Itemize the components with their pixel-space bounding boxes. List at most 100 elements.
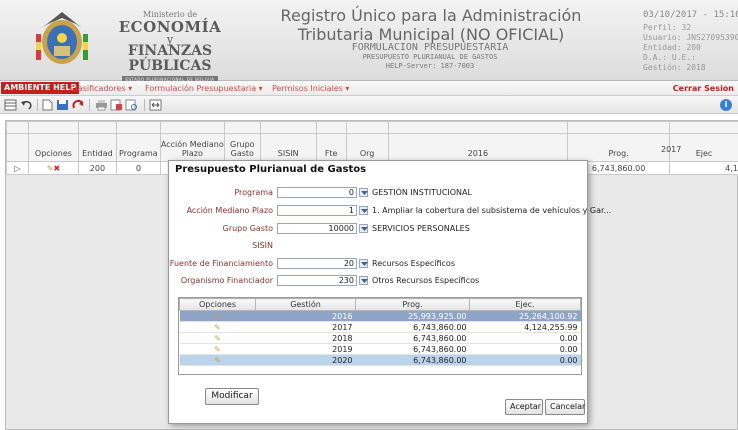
usuario: Usuario: JNS270953900	[643, 33, 738, 42]
col-fte[interactable]: Fte	[315, 133, 347, 162]
toolbar-separator	[37, 99, 38, 111]
accion-label: Acción Mediano Plazo	[186, 206, 273, 215]
menu-bar: AMBIENTE HELP Clasificadores ▾ Formulaci…	[0, 81, 738, 96]
col-opciones[interactable]: Opciones	[179, 298, 256, 311]
grid-view-icon[interactable]	[4, 99, 17, 111]
col-ejec[interactable]: Ejec.	[469, 298, 581, 311]
cell-prog: 25,993,925.00	[355, 310, 470, 322]
server-info: HELP-Server: 187-7003	[385, 62, 475, 70]
programa-desc: GESTIÓN INSTITUCIONAL	[372, 188, 472, 197]
fuente-desc: Recursos Específicos	[372, 259, 455, 268]
edit-icon[interactable]: ✎	[214, 356, 221, 365]
col-2017-group: 2017	[661, 145, 682, 154]
refresh-icon[interactable]	[71, 99, 84, 111]
programa-label: Programa	[234, 188, 273, 197]
fuente-dropdown-icon[interactable]	[359, 259, 368, 268]
edit-icon[interactable]: ✎	[214, 323, 221, 332]
sisin-label: SISIN	[252, 241, 273, 250]
cell-entidad: 200	[77, 161, 117, 175]
col-accion[interactable]: Acción Mediano Plazo	[159, 133, 225, 162]
save-icon[interactable]	[56, 99, 69, 111]
fuente-input[interactable]: 20	[277, 258, 357, 269]
print-icon[interactable]	[95, 99, 108, 111]
edit-icon[interactable]: ✎	[214, 345, 221, 354]
info-icon[interactable]: i	[720, 99, 732, 111]
cancelar-button[interactable]: Cancelar	[545, 399, 585, 415]
table-row[interactable]: ✎ 2018 6,743,860.00 0.00	[179, 332, 581, 344]
edit-icon[interactable]: ✎	[214, 312, 221, 321]
table-row[interactable]: ✎ 2019 6,743,860.00 0.00	[179, 343, 581, 355]
environment-badge: AMBIENTE HELP	[1, 82, 80, 94]
grupo-input[interactable]: 10000	[277, 223, 357, 234]
menu-formulacion[interactable]: Formulación Presupuestaria ▾	[145, 82, 263, 95]
row-actions[interactable]: ✎✖	[27, 161, 79, 175]
cell-prog: 6,743,860.00	[355, 354, 470, 366]
cell-gestion: 2017	[255, 321, 356, 333]
cell-ejec-2017: 4,1	[669, 161, 738, 175]
dialog-title: Presupuesto Plurianual de Gastos	[175, 164, 367, 175]
cell-ejec: 4,124,255.99	[469, 321, 581, 333]
col-2017-prog[interactable]: Prog.	[567, 133, 671, 162]
fuente-label: Fuente de Financiamiento	[169, 259, 273, 268]
col-grupo[interactable]: Grupo Gasto	[223, 133, 261, 162]
toolbar: i	[0, 96, 738, 114]
grupo-dropdown-icon[interactable]	[359, 224, 368, 233]
toolbar-separator	[144, 99, 145, 111]
cell-prog: 6,743,860.00	[355, 343, 470, 355]
col-org[interactable]: Org	[345, 133, 389, 162]
row-expand-icon[interactable]: ▷	[6, 161, 29, 175]
perfil: Perfil: 32	[643, 23, 692, 32]
undo-icon[interactable]	[20, 99, 33, 111]
organismo-label: Organismo Financiador	[180, 276, 273, 285]
cell-gestion: 2019	[255, 343, 356, 355]
col-gestion[interactable]: Gestión	[255, 298, 356, 311]
da-ue: D.A.: U.E.:	[643, 53, 696, 62]
app-header: Ministerio de ECONOMÍA y FINANZAS PÚBLIC…	[0, 0, 738, 83]
programa-dropdown-icon[interactable]	[359, 188, 368, 197]
coat-of-arms-logo	[36, 12, 88, 64]
cell-gestion: 2018	[255, 332, 356, 344]
cell-ejec: 25,264,100.92	[469, 310, 581, 322]
delete-icon[interactable]: ✖	[53, 164, 60, 173]
cell-gestion: 2020	[255, 354, 356, 366]
datetime: 03/10/2017 - 15:10	[643, 10, 738, 20]
system-subtitle: FORMULACION PRESUPUESTARIA PRESUPUESTO P…	[260, 42, 600, 71]
gestion: Gestión: 2018	[643, 63, 706, 72]
ministry-line4: FINANZAS PÚBLICAS	[127, 43, 213, 74]
menu-clasificadores[interactable]: Clasificadores ▾	[70, 82, 132, 95]
table-row[interactable]: ✎ 2017 6,743,860.00 4,124,255.99	[179, 321, 581, 333]
screen-name: PRESUPUESTO PLURIANUAL DE GASTOS	[362, 53, 498, 61]
accion-desc: 1. Ampliar la cobertura del subsistema d…	[372, 206, 612, 215]
table-row[interactable]: ✎ 2016 25,993,925.00 25,264,100.92	[179, 310, 581, 322]
organismo-dropdown-icon[interactable]	[359, 276, 368, 285]
export-icon[interactable]	[110, 99, 123, 111]
accion-dropdown-icon[interactable]	[359, 206, 368, 215]
col-opciones[interactable]: Opciones	[27, 133, 79, 162]
gestiones-table: Opciones Gestión Prog. Ejec. ✎ 2016 25,9…	[178, 297, 582, 375]
document-search-icon[interactable]	[125, 99, 138, 111]
aceptar-button[interactable]: Aceptar	[505, 399, 543, 415]
cell-gestion: 2016	[255, 310, 356, 322]
edit-icon[interactable]: ✎	[214, 334, 221, 343]
expand-icon[interactable]	[149, 99, 162, 111]
col-prog[interactable]: Prog.	[355, 298, 470, 311]
grupo-label: Grupo Gasto	[222, 224, 273, 233]
col-sisin[interactable]: SISIN	[259, 133, 317, 162]
col-2016: 2016	[387, 133, 569, 162]
organismo-input[interactable]: 230	[277, 275, 357, 286]
cell-ejec: 0.00	[469, 354, 581, 366]
user-info: 03/10/2017 - 15:10 Perfil: 32 Usuario: J…	[643, 10, 738, 73]
logout-link[interactable]: Cerrar Sesion	[673, 82, 734, 95]
accion-input[interactable]: 1	[277, 205, 357, 216]
programa-input[interactable]: 0	[277, 187, 357, 198]
cell-prog: 6,743,860.00	[355, 332, 470, 344]
new-document-icon[interactable]	[41, 99, 54, 111]
system-title: Registro Único para la Administración Tr…	[280, 6, 582, 44]
col-programa[interactable]: Programa	[115, 133, 161, 162]
modificar-button[interactable]: Modificar	[205, 388, 259, 405]
grupo-desc: SERVICIOS PERSONALES	[372, 224, 470, 233]
col-entidad[interactable]: Entidad	[77, 133, 117, 162]
table-row[interactable]: ✎ 2020 6,743,860.00 0.00	[179, 354, 581, 366]
menu-permisos[interactable]: Permisos Iniciales ▾	[272, 82, 349, 95]
cell-programa: 0	[115, 161, 161, 175]
